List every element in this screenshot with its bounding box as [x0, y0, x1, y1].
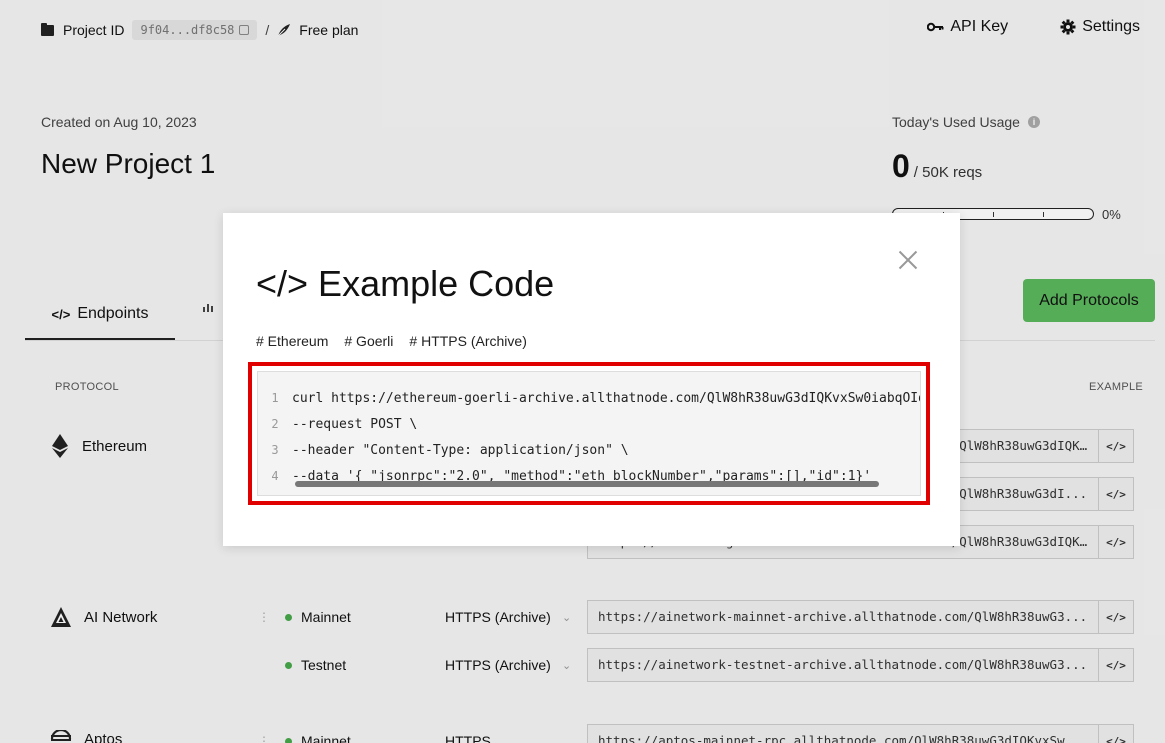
line-number: 4	[271, 469, 279, 483]
code-text: curl https://ethereum-goerli-archive.all…	[292, 390, 921, 406]
line-number: 1	[271, 391, 279, 405]
line-number: 3	[271, 443, 279, 457]
modal-tags: # Ethereum # Goerli # HTTPS (Archive)	[256, 333, 543, 349]
code-line: 3 --header "Content-Type: application/js…	[258, 440, 629, 460]
code-text: --header "Content-Type: application/json…	[292, 442, 629, 458]
code-line: 1 curl https://ethereum-goerli-archive.a…	[258, 388, 921, 408]
modal-title: </> Example Code	[256, 263, 555, 304]
horizontal-scrollbar[interactable]	[295, 481, 879, 487]
highlight-box: 1 curl https://ethereum-goerli-archive.a…	[248, 362, 930, 505]
tag-protocol: # Ethereum	[256, 333, 329, 349]
example-code-modal: </> Example Code # Ethereum # Goerli # H…	[223, 213, 960, 546]
code-block[interactable]: 1 curl https://ethereum-goerli-archive.a…	[257, 371, 921, 496]
code-text: --request POST \	[292, 416, 418, 432]
tag-network: # Goerli	[344, 333, 394, 349]
code-line: 2 --request POST \	[258, 414, 417, 434]
tag-type: # HTTPS (Archive)	[409, 333, 527, 349]
line-number: 2	[271, 417, 279, 431]
close-icon[interactable]	[897, 249, 919, 271]
